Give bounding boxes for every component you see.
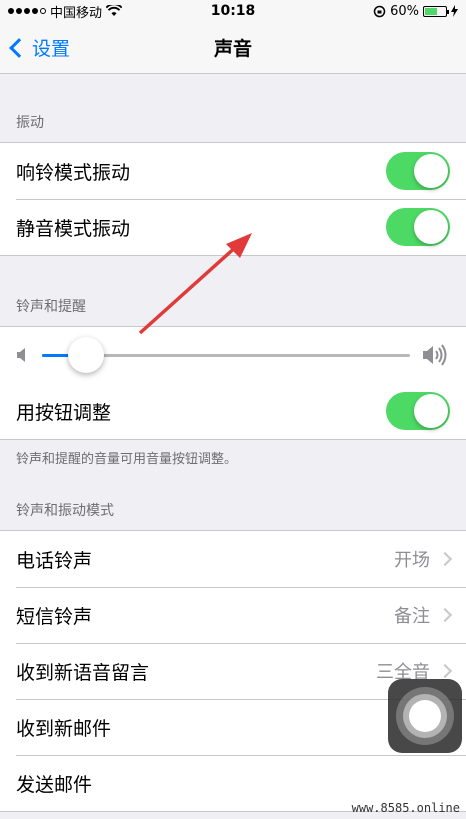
- battery-icon: [423, 5, 449, 17]
- chevron-left-icon: [9, 37, 29, 58]
- row-value: 备注: [394, 606, 430, 627]
- chevron-right-icon: [437, 551, 453, 567]
- charging-bolt-icon: [451, 5, 458, 17]
- row-label: 短信铃声: [16, 605, 93, 628]
- speaker-high-icon: [423, 344, 447, 366]
- row-change-with-buttons: 用按钮调整: [0, 383, 466, 439]
- battery-percent: 60%: [390, 3, 419, 19]
- ringer-footnote: 铃声和提醒的音量可用音量按钮调整。: [16, 452, 238, 467]
- row-detail: 备注: [394, 602, 453, 628]
- sounds-group: 电话铃声 开场 短信铃声 备注 收到新语音留言 三全音 收到新邮件 发送邮件: [0, 530, 466, 812]
- row-text-tone[interactable]: 短信铃声 备注: [0, 587, 466, 643]
- carrier-label: 中国移动: [50, 5, 103, 21]
- row-label: 响铃模式振动: [16, 161, 131, 184]
- change-with-buttons-toggle[interactable]: [386, 392, 450, 430]
- signal-strength-icon: [8, 8, 46, 14]
- row-vibrate-on-silent: 静音模式振动: [0, 199, 466, 255]
- chevron-right-icon: [437, 607, 453, 623]
- status-bar: 中国移动 10:18 60%: [0, 0, 466, 22]
- chevron-right-icon: [437, 663, 453, 679]
- rotation-lock-icon: [373, 5, 386, 17]
- row-value: 开场: [394, 550, 430, 571]
- row-label: 收到新邮件: [16, 717, 112, 740]
- row-vibrate-on-ring: 响铃模式振动: [0, 143, 466, 199]
- status-time: 10:18: [210, 3, 256, 19]
- page-title: 声音: [213, 38, 253, 60]
- row-ringtone[interactable]: 电话铃声 开场: [0, 531, 466, 587]
- row-detail: 开场: [394, 546, 453, 572]
- status-bar-right: 60%: [373, 4, 458, 19]
- vibrate-on-silent-toggle[interactable]: [386, 208, 450, 246]
- row-label: 电话铃声: [16, 549, 93, 572]
- row-label: 用按钮调整: [16, 401, 112, 424]
- slider-thumb[interactable]: [68, 336, 105, 373]
- section-header-ringer: 铃声和提醒: [16, 299, 86, 315]
- section-header-vibration: 振动: [16, 115, 44, 131]
- back-button[interactable]: 设置: [0, 34, 70, 61]
- ringer-volume-row: [0, 327, 466, 383]
- wifi-icon: [106, 5, 123, 16]
- row-label: 发送邮件: [16, 773, 93, 796]
- ringer-volume-slider[interactable]: [42, 336, 410, 373]
- vibrate-on-ring-toggle[interactable]: [386, 152, 450, 190]
- section-header-sounds: 铃声和振动模式: [16, 503, 114, 519]
- vibration-group: 响铃模式振动 静音模式振动: [0, 142, 466, 256]
- speaker-low-icon: [17, 348, 25, 362]
- row-label: 静音模式振动: [16, 217, 131, 240]
- navigation-bar: 设置 声音: [0, 22, 466, 74]
- back-label: 设置: [32, 38, 71, 60]
- row-label: 收到新语音留言: [16, 661, 150, 684]
- assistive-touch-button[interactable]: [388, 679, 462, 753]
- watermark: www.8585.online: [351, 801, 460, 815]
- ringer-group: 用按钮调整: [0, 326, 466, 440]
- status-bar-left: 中国移动: [8, 2, 123, 21]
